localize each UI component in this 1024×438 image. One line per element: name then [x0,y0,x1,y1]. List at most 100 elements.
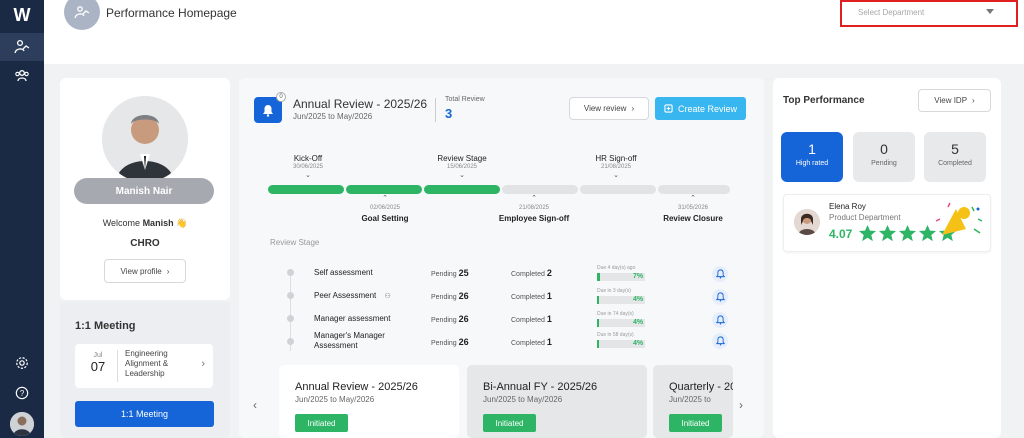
meeting-day: 07 [90,359,106,374]
view-review-button[interactable]: View review › [569,97,649,120]
carousel-next-icon[interactable]: › [739,398,743,412]
department-select-placeholder: Select Department [858,8,925,17]
help-icon[interactable]: ? [0,379,44,407]
carousel-prev-icon[interactable]: ‹ [253,398,257,412]
peer-users-icon[interactable]: ⚇ [384,293,390,300]
pending-value: 26 [458,291,469,301]
completed-count: Completed 2 [511,268,552,278]
pending-value: 26 [458,314,469,324]
completion-percent: 4% [633,340,644,347]
review-cycle-card[interactable]: Annual Review - 2025/26 Jun/2025 to May/… [279,365,459,438]
pending-tile[interactable]: 0 Pending [853,132,915,182]
profile-photo [102,96,188,182]
total-review-value: 3 [445,106,453,121]
review-stage-title: Review Stage [270,238,320,247]
chevron-right-icon: › [166,266,170,276]
pending-count: Pending 26 [431,291,469,301]
stage-name-text: Peer Assessment [314,291,377,300]
star-icon [858,224,877,242]
star-icon [878,224,897,242]
reminder-bell-icon[interactable] [712,289,728,305]
meeting-item-title: Engineering Alignment & Leadership [125,349,169,378]
stage-date-goal-setting: 02/06/2025 [369,205,401,211]
meeting-date: Jul 07 [83,352,113,374]
meeting-button[interactable]: 1:1 Meeting [75,401,214,427]
department-select[interactable]: Select Department [840,0,1018,27]
cycle-title: Bi-Annual FY - 2025/26 [483,381,598,393]
stage-name: Self assessment [314,268,373,277]
review-card: 0 Annual Review - 2025/26 Jun/2025 to Ma… [239,78,764,438]
chevron-right-icon: › [972,96,975,105]
reminder-bell-icon[interactable] [712,266,728,282]
profile-card: Manish Nair Welcome Manish 👋 CHRO View p… [60,78,230,300]
completion-percent: 4% [633,319,644,326]
settings-gear-icon[interactable] [0,349,44,377]
progress-segment [424,185,500,194]
pending-value: 26 [458,337,469,347]
pending-count: Pending 25 [431,268,469,278]
stage-date-hr-signoff: 21/08/2025 [600,164,632,170]
stage-date-review-closure: 31/05/2026 [677,205,709,211]
stage-label-kickoff: Kick-Off [293,154,323,163]
stage-name: Peer Assessment ⚇ [314,291,391,302]
completed-count: Completed 1 [511,337,552,347]
divider [435,98,436,122]
status-badge: Initiated [669,414,722,432]
tile-value: 0 [880,141,888,157]
view-profile-button[interactable]: View profile › [104,259,186,283]
chevron-right-icon: › [201,358,205,370]
create-review-button[interactable]: Create Review [655,97,746,120]
top-performance-title: Top Performance [783,95,865,106]
completed-value: 1 [546,291,552,301]
profile-role: CHRO [130,238,160,249]
review-cycle-card[interactable]: Quarterly - 20 Jun/2025 to Initiated [653,365,733,438]
performer-score: 4.07 [829,227,853,241]
progress-segment [502,185,578,194]
completed-tile[interactable]: 5 Completed [924,132,986,182]
chevron-up-icon: ⌃ [690,195,696,202]
completed-label: Completed [511,340,545,347]
chevron-up-icon: ⌃ [531,195,537,202]
review-cycle-card[interactable]: Bi-Annual FY - 2025/26 Jun/2025 to May/2… [467,365,647,438]
welcome-name: Manish [142,218,174,228]
completed-value: 1 [546,314,552,324]
completed-label: Completed [511,271,545,278]
review-stage-row: Manager's Manager Assessment Pending 26 … [239,331,764,357]
pending-count: Pending 26 [431,337,469,347]
stage-label-employee-signoff: Employee Sign-off [498,214,570,223]
view-idp-label: View IDP [934,96,968,105]
cycle-title: Quarterly - 20 [669,381,733,393]
chevron-down-icon: ⌄ [305,172,311,179]
meeting-item[interactable]: Jul 07 Engineering Alignment & Leadershi… [75,344,213,388]
meeting-month: Jul [93,352,103,359]
team-nav-icon[interactable] [0,62,44,90]
view-idp-button[interactable]: View IDP › [918,89,991,112]
stage-label-hr-signoff: HR Sign-off [595,154,637,163]
chevron-down-icon: ⌄ [459,172,465,179]
review-period: Jun/2025 to May/2026 [293,112,373,121]
create-review-label: Create Review [677,103,738,114]
completed-count: Completed 1 [511,314,552,324]
progress-segment [580,185,656,194]
progress-segment [346,185,422,194]
tile-label: Pending [871,160,897,167]
review-stage-row: Peer Assessment ⚇ Pending 26 Completed 1… [239,288,764,313]
cycle-period: Jun/2025 to [669,395,711,404]
status-badge: Initiated [483,414,536,432]
completed-count: Completed 1 [511,291,552,301]
performer-name: Elena Roy [829,202,866,211]
top-performer-card[interactable]: Elena Roy Product Department 4.07 [783,194,991,252]
tile-value: 5 [951,141,959,157]
high-rated-tile[interactable]: 1 High rated [781,132,843,182]
review-stage-row: Self assessment Pending 25 Completed 2 D… [239,265,764,290]
user-avatar[interactable] [10,412,34,436]
chevron-up-icon: ⌃ [382,195,388,202]
stage-name: Manager assessment [314,314,391,323]
tile-label: High rated [795,160,829,167]
reminder-bell-icon[interactable] [712,333,728,349]
status-badge: Initiated [295,414,348,432]
reminder-bell-icon[interactable] [712,312,728,328]
app-logo[interactable]: W [10,5,34,25]
stage-label-review-closure: Review Closure [663,214,723,223]
performance-nav-icon[interactable] [0,33,44,61]
